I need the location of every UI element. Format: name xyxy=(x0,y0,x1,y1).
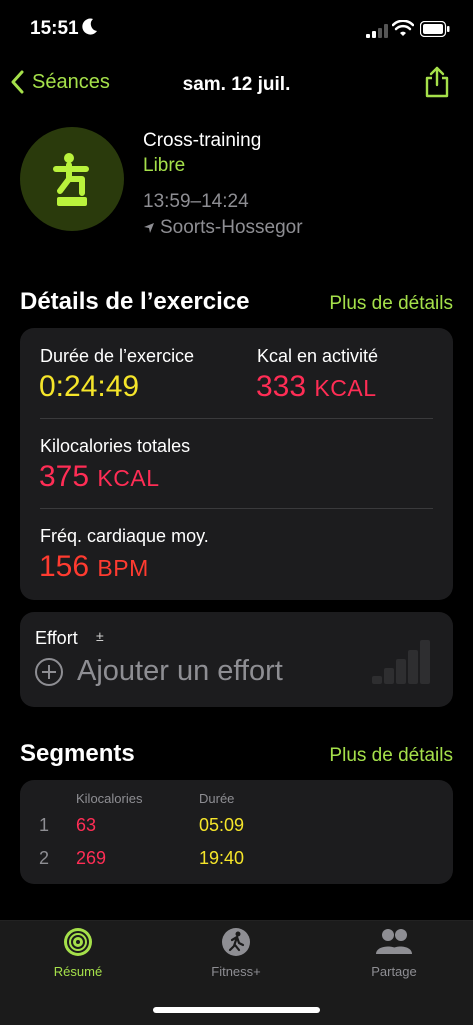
moon-icon xyxy=(82,18,97,35)
home-indicator[interactable] xyxy=(153,1007,320,1013)
tab-summary[interactable]: Résumé xyxy=(18,926,138,979)
heart-rate-value: 156 BPM xyxy=(39,550,149,584)
total-kcal-label: Kilocalories totales xyxy=(40,436,191,456)
segment-duration: 05:09 xyxy=(199,815,245,835)
page-title: sam. 12 juil. xyxy=(182,74,291,95)
tab-summary-label: Résumé xyxy=(53,964,103,979)
details-card: Durée de l’exercice 0:24:49 Kcal en acti… xyxy=(20,328,453,600)
segments-card: Kilocalories Durée 1 63 05:09 2 269 19:4… xyxy=(20,780,453,884)
battery-icon xyxy=(420,21,450,37)
duration-label: Durée de l’exercice xyxy=(40,346,195,366)
heart-rate-label: Fréq. cardiaque moy. xyxy=(40,526,209,546)
add-effort-button[interactable]: Ajouter un effort xyxy=(35,655,283,688)
add-circle-icon xyxy=(35,657,63,686)
effort-level-bars-icon xyxy=(372,640,430,684)
heart-rate-number: 156 xyxy=(39,550,90,583)
cellular-signal-icon xyxy=(366,24,388,38)
segment-duration: 19:40 xyxy=(199,848,245,868)
divider xyxy=(40,418,433,419)
divider xyxy=(40,508,433,509)
workout-time-range: 13:59–14:24 xyxy=(143,191,249,212)
active-kcal-label: Kcal en activité xyxy=(257,346,379,366)
total-kcal-value: 375 KCAL xyxy=(39,460,160,494)
segment-index: 1 xyxy=(39,815,50,835)
status-time: 15:51 xyxy=(30,18,79,39)
segments-col-kcal: Kilocalories xyxy=(76,791,143,806)
active-kcal-value: 333 KCAL xyxy=(256,370,377,404)
workout-subtitle: Libre xyxy=(143,155,186,176)
wifi-icon xyxy=(392,20,414,36)
duration-value: 0:24:49 xyxy=(39,370,140,403)
activity-rings-icon xyxy=(64,928,92,956)
fitness-plus-runner-icon xyxy=(222,928,250,956)
cross-training-icon xyxy=(53,153,89,206)
heart-rate-unit: BPM xyxy=(97,555,149,581)
segment-kcal: 63 xyxy=(76,815,97,835)
workout-location: Soorts-Hossegor xyxy=(143,217,303,239)
details-more-link[interactable]: Plus de détails xyxy=(329,293,453,315)
segment-kcal: 269 xyxy=(76,848,107,868)
location-label: Soorts-Hossegor xyxy=(160,217,303,238)
active-kcal-unit: KCAL xyxy=(314,375,377,401)
tab-sharing-label: Partage xyxy=(371,964,417,979)
workout-type-icon-circle xyxy=(20,127,124,231)
total-kcal-unit: KCAL xyxy=(97,465,160,491)
segment-index: 2 xyxy=(39,848,50,868)
people-icon xyxy=(376,929,412,954)
active-kcal-number: 333 xyxy=(256,370,307,403)
segments-heading: Segments xyxy=(20,740,135,767)
tab-fitness-plus[interactable]: Fitness+ xyxy=(176,926,296,979)
segments-more-link[interactable]: Plus de détails xyxy=(329,745,453,767)
details-heading: Détails de l’exercice xyxy=(20,288,250,315)
tab-sharing[interactable]: Partage xyxy=(334,926,454,979)
add-effort-label: Ajouter un effort xyxy=(77,655,283,687)
share-icon[interactable] xyxy=(424,66,450,98)
tab-fitness-plus-label: Fitness+ xyxy=(211,964,261,979)
effort-label: Effort xyxy=(35,628,78,648)
location-arrow-icon xyxy=(144,223,154,233)
segments-col-duration: Durée xyxy=(199,791,235,806)
workout-title: Cross-training xyxy=(143,130,262,151)
total-kcal-number: 375 xyxy=(39,460,90,493)
effort-plus-minus-icon: ± xyxy=(96,628,104,644)
